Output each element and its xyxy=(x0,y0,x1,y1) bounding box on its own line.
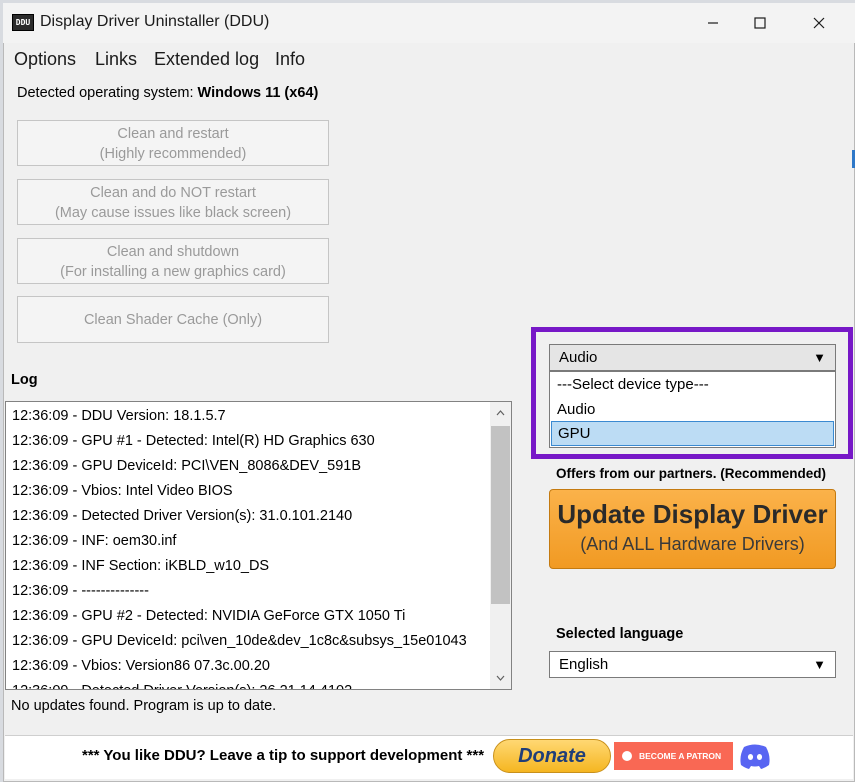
donate-button[interactable]: Donate xyxy=(493,739,611,773)
language-selected: English xyxy=(559,656,609,673)
log-line: 12:36:09 - GPU DeviceId: pci\ven_10de&de… xyxy=(12,633,467,649)
scroll-thumb[interactable] xyxy=(491,426,510,604)
os-label: Detected operating system: xyxy=(17,85,198,101)
clean-shader-title: Clean Shader Cache (Only) xyxy=(83,312,263,328)
update-button-subtitle: (And ALL Hardware Drivers) xyxy=(580,534,805,554)
clean-no-restart-button[interactable]: Clean and do NOT restart (May cause issu… xyxy=(17,179,329,225)
patreon-icon xyxy=(622,751,632,761)
log-line: 12:36:09 - INF: oem30.inf xyxy=(12,533,177,549)
clean-and-shutdown-button[interactable]: Clean and shutdown (For installing a new… xyxy=(17,238,329,284)
os-value: Windows 11 (x64) xyxy=(197,85,319,101)
become-a-patron-button[interactable]: BECOME A PATRON xyxy=(614,742,733,770)
device-type-options: ---Select device type--- Audio GPU xyxy=(549,371,836,448)
clean-restart-title: Clean and restart xyxy=(117,126,229,142)
device-option-gpu[interactable]: GPU xyxy=(551,421,834,446)
dropdown-arrow-icon: ▼ xyxy=(813,350,826,365)
update-display-driver-button[interactable]: Update Display Driver (And ALL Hardware … xyxy=(549,489,836,569)
window-title: Display Driver Uninstaller (DDU) xyxy=(40,13,270,30)
maximize-icon xyxy=(754,17,766,29)
partners-label: Offers from our partners. (Recommended) xyxy=(556,466,827,481)
menu-options[interactable]: Options xyxy=(14,49,76,70)
detected-os: Detected operating system: Windows 11 (x… xyxy=(17,85,318,101)
device-option-placeholder[interactable]: ---Select device type--- xyxy=(551,373,834,398)
menu-info[interactable]: Info xyxy=(275,49,305,70)
scroll-down-button[interactable] xyxy=(490,667,511,689)
log-line: 12:36:09 - -------------- xyxy=(12,583,149,599)
log-line: 12:36:09 - Detected Driver Version(s): 2… xyxy=(12,679,482,689)
log-line: 12:36:09 - Vbios: Version86 07.3c.00.20 xyxy=(12,658,270,674)
log-heading: Log xyxy=(11,372,38,388)
log-scrollbar[interactable] xyxy=(490,402,511,689)
device-type-selected: Audio xyxy=(559,349,598,366)
menu-extended-log[interactable]: Extended log xyxy=(154,49,259,70)
language-select[interactable]: English ▼ xyxy=(549,651,836,678)
scroll-up-icon xyxy=(496,410,505,416)
log-line: 12:36:09 - DDU Version: 18.1.5.7 xyxy=(12,408,226,424)
clean-shutdown-title: Clean and shutdown xyxy=(106,244,240,260)
minimize-button[interactable] xyxy=(690,8,736,38)
clean-and-restart-button[interactable]: Clean and restart (Highly recommended) xyxy=(17,120,329,166)
clean-shutdown-subtitle: (For installing a new graphics card) xyxy=(60,264,286,280)
ddu-app-icon: DDU xyxy=(12,14,34,31)
log-line: 12:36:09 - GPU #2 - Detected: NVIDIA GeF… xyxy=(12,608,406,624)
update-button-title: Update Display Driver xyxy=(557,499,828,529)
minimize-icon xyxy=(708,22,718,24)
dropdown-arrow-icon: ▼ xyxy=(813,657,826,672)
scroll-up-button[interactable] xyxy=(490,402,511,424)
clean-no-restart-title: Clean and do NOT restart xyxy=(90,185,256,201)
log-line: 12:36:09 - GPU DeviceId: PCI\VEN_8086&DE… xyxy=(12,458,361,474)
device-option-audio[interactable]: Audio xyxy=(551,398,834,423)
clean-restart-subtitle: (Highly recommended) xyxy=(99,146,247,162)
log-line: 12:36:09 - Vbios: Intel Video BIOS xyxy=(12,483,233,499)
log-line: 12:36:09 - INF Section: iKBLD_w10_DS xyxy=(12,558,270,574)
language-label: Selected language xyxy=(556,626,684,642)
support-tip-text: *** You like DDU? Leave a tip to support… xyxy=(82,747,485,764)
log-line: 12:36:09 - GPU #1 - Detected: Intel(R) H… xyxy=(12,433,375,449)
status-message: No updates found. Program is up to date. xyxy=(11,698,277,714)
scroll-down-icon xyxy=(496,675,505,681)
clean-shader-cache-button[interactable]: Clean Shader Cache (Only) xyxy=(17,296,329,343)
log-lines: 12:36:09 - DDU Version: 18.1.5.7 12:36:0… xyxy=(12,404,482,689)
discord-icon[interactable] xyxy=(738,741,772,771)
device-type-select[interactable]: Audio ▼ xyxy=(549,344,836,371)
patron-label: BECOME A PATRON xyxy=(639,751,722,761)
close-button[interactable] xyxy=(796,8,842,38)
log-line: 12:36:09 - Detected Driver Version(s): 3… xyxy=(12,508,353,524)
close-icon xyxy=(813,17,825,29)
clean-no-restart-subtitle: (May cause issues like black screen) xyxy=(54,205,292,221)
log-panel[interactable]: 12:36:09 - DDU Version: 18.1.5.7 12:36:0… xyxy=(5,401,512,690)
maximize-button[interactable] xyxy=(737,8,783,38)
menu-links[interactable]: Links xyxy=(95,49,137,70)
